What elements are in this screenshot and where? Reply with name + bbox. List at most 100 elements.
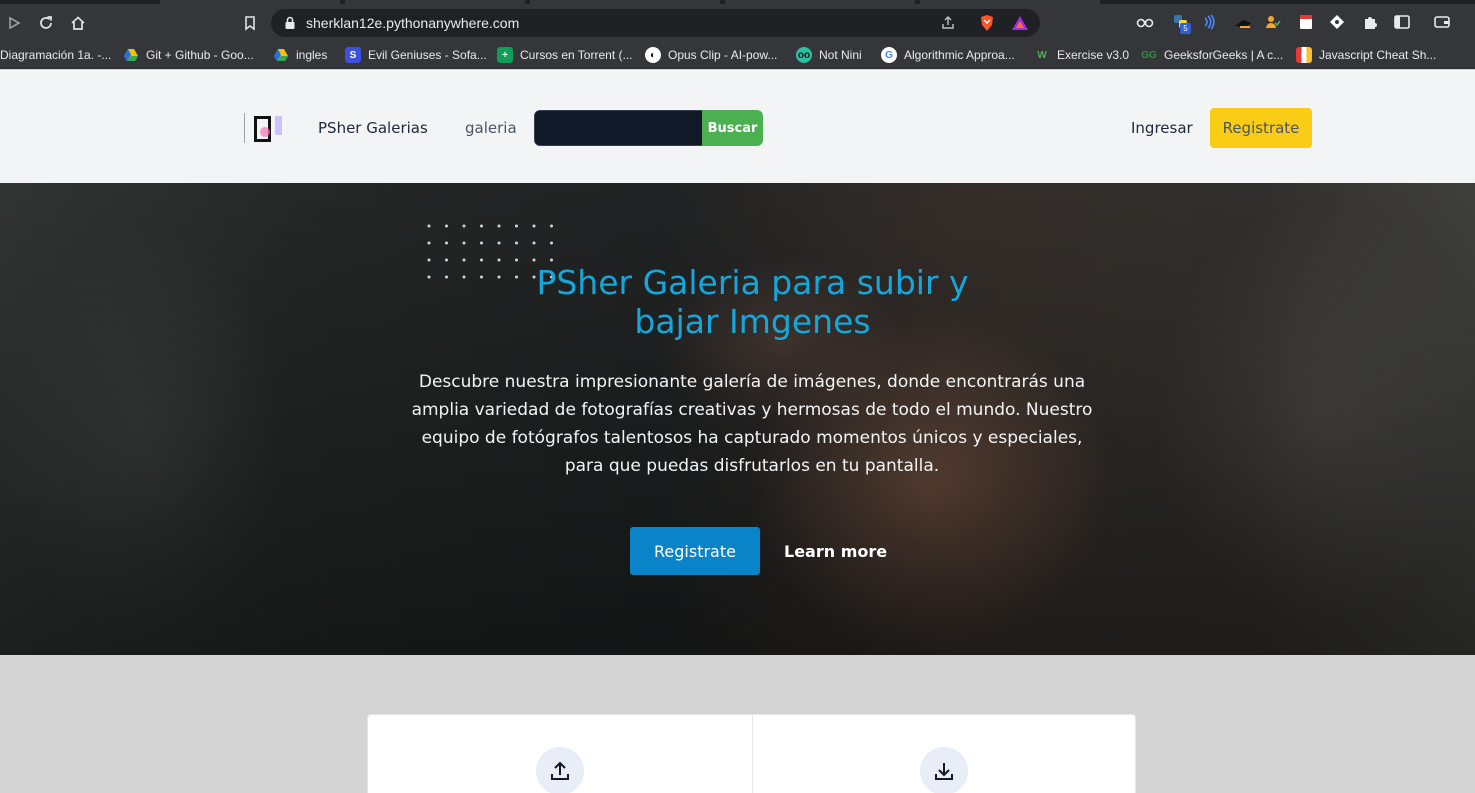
bookmark-item[interactable]: Javascript Cheat Sh...	[1296, 47, 1436, 63]
decoration-dot	[427, 224, 431, 228]
address-bar[interactable]: sherklan12e.pythonanywhere.com	[271, 9, 1040, 37]
brand-name[interactable]: PSher Galerias	[318, 119, 428, 137]
card-divider	[752, 715, 753, 793]
reload-button[interactable]	[35, 12, 57, 34]
home-icon	[71, 16, 85, 30]
exercise-icon: W	[1037, 49, 1047, 61]
site-header: PSher Galerias galeria Buscar Ingresar R…	[0, 70, 1475, 183]
decoration-dot	[480, 275, 483, 279]
torrent-icon: +	[497, 47, 513, 63]
decoration-dot	[480, 224, 483, 228]
learn-more-link[interactable]: Learn more	[784, 542, 887, 561]
login-link[interactable]: Ingresar	[1131, 119, 1193, 137]
decoration-dot	[550, 241, 553, 245]
bookmark-label: Evil Geniuses - Sofa...	[368, 48, 487, 62]
upload-icon	[551, 761, 569, 780]
bookmark-item[interactable]: + Cursos en Torrent (...	[497, 47, 633, 63]
decoration-dot	[497, 258, 501, 262]
bookmark-item[interactable]: ◐ Opus Clip - AI-pow...	[645, 47, 777, 63]
bookmark-item[interactable]: ingles	[273, 47, 327, 63]
extension-badge: 5	[1180, 23, 1191, 34]
decoration-dot	[462, 241, 466, 245]
bookmark-item[interactable]: G Algorithmic Approa...	[881, 47, 1015, 63]
decoration-dot	[462, 258, 466, 262]
play-outline-icon	[9, 16, 21, 30]
decoration-dot	[497, 224, 501, 228]
decoration-dot	[445, 275, 448, 279]
browser-toolbar: sherklan12e.pythonanywhere.com 5	[0, 4, 1475, 41]
bookmark-label: ingles	[296, 48, 328, 62]
bookmark-label: Diagramación 1a. -...	[0, 48, 112, 62]
extension-signal-icon[interactable]	[1200, 13, 1218, 31]
site-logo[interactable]	[244, 113, 284, 143]
extensions-puzzle-icon[interactable]	[1361, 13, 1379, 31]
download-feature	[920, 747, 968, 793]
bookmark-item[interactable]: W Exercise v3.0	[1034, 47, 1129, 63]
bookmark-label: Opus Clip - AI-pow...	[668, 48, 778, 62]
nini-icon: oo	[796, 47, 812, 63]
url-text[interactable]: sherklan12e.pythonanywhere.com	[306, 15, 519, 31]
decoration-dot	[550, 224, 553, 228]
decoration-dot	[445, 258, 448, 262]
decoration-dot	[462, 275, 466, 279]
bookmark-label: Not Nini	[819, 48, 862, 62]
decoration-dot	[462, 224, 466, 228]
hero-register-button[interactable]: Registrate	[630, 527, 760, 575]
brave-shield-icon[interactable]	[978, 14, 996, 32]
bookmark-icon	[245, 16, 255, 31]
cheatsheet-icon	[1296, 47, 1312, 63]
decoration-dot	[427, 258, 431, 262]
extension-diamond-icon[interactable]	[1328, 13, 1346, 31]
upload-feature	[536, 747, 584, 793]
decoration-dot	[532, 258, 536, 262]
extension-person-icon[interactable]	[1264, 13, 1282, 31]
hero-title-line: bajar Imgenes	[634, 302, 871, 341]
sofa-icon: S	[345, 47, 361, 63]
decoration-dot	[427, 275, 431, 279]
wallet-icon[interactable]	[1433, 13, 1451, 31]
extension-fox-icon[interactable]	[1234, 13, 1252, 31]
home-button[interactable]	[67, 12, 89, 34]
hero-title: PSher Galeria para subir y bajar Imgenes	[500, 263, 1005, 341]
decoration-dot	[532, 224, 536, 228]
google-drive-icon	[273, 47, 289, 63]
bookmark-label: Git + Github - Goo...	[146, 48, 254, 62]
share-icon[interactable]	[939, 14, 957, 32]
sidebar-toggle-icon[interactable]	[1393, 13, 1411, 31]
search-input[interactable]	[534, 110, 704, 146]
bookmark-label: Javascript Cheat Sh...	[1319, 48, 1437, 62]
bookmark-label: Exercise v3.0	[1057, 48, 1130, 62]
decoration-dot	[515, 258, 518, 262]
back-button[interactable]	[3, 12, 25, 34]
bookmark-label: GeeksforGeeks | A c...	[1164, 48, 1284, 62]
opus-icon: ◐	[645, 47, 661, 63]
nav-link-galeria[interactable]: galeria	[465, 119, 517, 137]
decoration-dot	[532, 241, 536, 245]
lock-icon	[285, 16, 295, 29]
bookmark-label: Algorithmic Approa...	[904, 48, 1015, 62]
decoration-dot	[480, 241, 483, 245]
bookmark-item[interactable]: GG GeeksforGeeks | A c...	[1141, 47, 1283, 63]
decoration-dot	[427, 241, 431, 245]
extension-note-icon[interactable]	[1297, 13, 1315, 31]
decoration-dot	[550, 258, 553, 262]
bookmark-item[interactable]: oo Not Nini	[796, 47, 862, 63]
extension-python-icon[interactable]: 5	[1172, 13, 1191, 34]
extension-glasses-icon[interactable]	[1136, 13, 1154, 31]
logo-icon	[244, 113, 282, 143]
bookmark-button[interactable]	[239, 12, 261, 34]
bookmarks-bar: Diagramación 1a. -... Git + Github - Goo…	[0, 41, 1475, 69]
hero-description: Descubre nuestra impresionante galería d…	[411, 372, 1093, 476]
google-drive-icon	[123, 47, 139, 63]
search-button[interactable]: Buscar	[702, 110, 763, 146]
google-icon: G	[881, 47, 897, 63]
bookmark-item[interactable]: Git + Github - Goo...	[123, 47, 254, 63]
register-button[interactable]: Registrate	[1210, 108, 1312, 148]
features-section	[0, 655, 1475, 793]
brave-rewards-icon[interactable]	[1011, 14, 1029, 32]
gfg-icon: GG	[1141, 49, 1157, 61]
bookmark-item[interactable]: Diagramación 1a. -...	[0, 47, 111, 63]
download-icon	[935, 763, 953, 780]
reload-icon	[40, 16, 52, 29]
bookmark-item[interactable]: S Evil Geniuses - Sofa...	[345, 47, 487, 63]
